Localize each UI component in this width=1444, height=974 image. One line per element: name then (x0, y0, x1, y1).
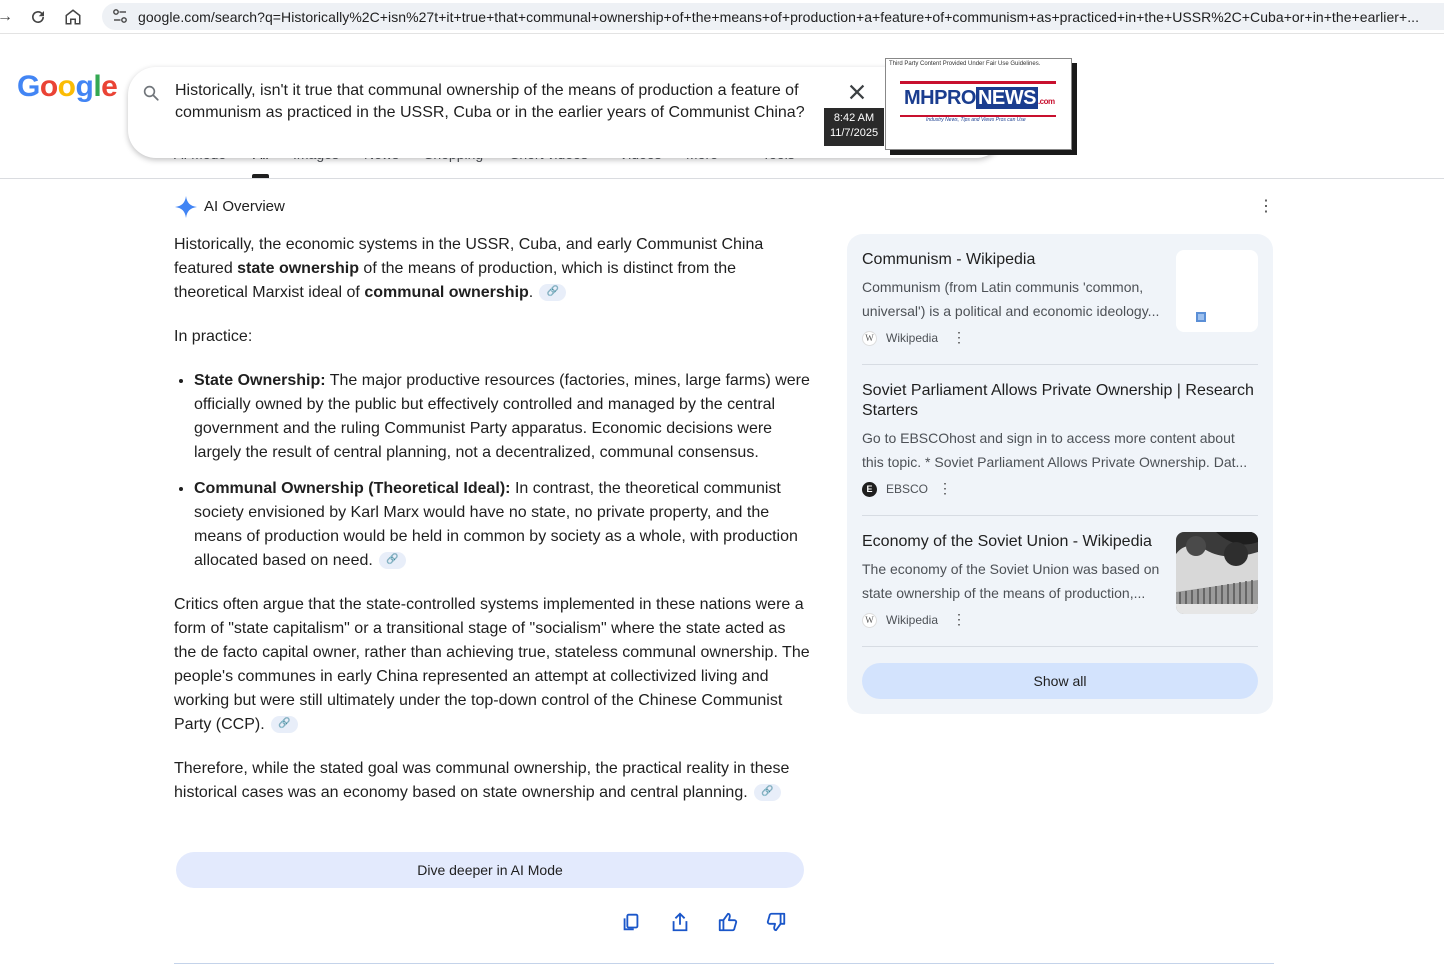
source-link-icon[interactable]: 🔗 (378, 552, 406, 570)
search-icon[interactable] (142, 84, 160, 102)
source-separator (862, 646, 1258, 647)
ai-bullet-state-ownership: State Ownership: The major productive re… (194, 369, 810, 465)
thumbs-down-icon[interactable] (765, 911, 787, 933)
source-more-icon[interactable]: ⋮ (952, 329, 966, 346)
gemini-sparkle-icon (175, 196, 197, 218)
source-more-icon[interactable]: ⋮ (938, 480, 952, 497)
source-snippet: The economy of the Soviet Union was base… (862, 561, 1160, 601)
ai-paragraph-3: Critics often argue that the state-contr… (174, 596, 810, 734)
ebsco-favicon-icon: E (862, 482, 877, 497)
ai-bullet-list: State Ownership: The major productive re… (194, 369, 810, 573)
source-card[interactable]: Economy of the Soviet Union - Wikipedia … (862, 532, 1258, 628)
share-icon[interactable] (669, 911, 691, 933)
watermark-logo: MHPRO NEWS .com (904, 87, 1055, 109)
watermark-caption: Third Party Content Provided Under Fair … (889, 61, 1041, 67)
clear-icon[interactable] (846, 81, 868, 103)
overlay-time: 8:42 AM (833, 112, 875, 124)
watermark-tagline: Industry News, Tips and Views Pros can U… (926, 117, 1026, 123)
source-title[interactable]: Economy of the Soviet Union - Wikipedia (862, 532, 1167, 552)
source-site-name: EBSCO (886, 482, 929, 496)
more-options-icon[interactable]: ⋮ (1258, 198, 1274, 216)
google-logo[interactable]: Google (17, 70, 118, 104)
timestamp-overlay: 8:42 AM 11/7/2025 (824, 108, 884, 146)
ai-paragraph-4: Therefore, while the stated goal was com… (174, 760, 790, 802)
dive-deeper-button[interactable]: Dive deeper in AI Mode (176, 852, 804, 888)
url-text: google.com/search?q=Historically%2C+isn%… (138, 9, 1420, 25)
search-input[interactable]: Historically, isn't it true that communa… (175, 80, 835, 124)
address-bar[interactable]: google.com/search?q=Historically%2C+isn%… (102, 3, 1444, 30)
source-separator (862, 515, 1258, 516)
header-divider (0, 178, 1444, 179)
source-link-icon[interactable]: 🔗 (270, 716, 298, 734)
site-settings-icon[interactable] (112, 8, 128, 24)
source-title[interactable]: Communism - Wikipedia (862, 250, 1162, 270)
thumbs-up-icon[interactable] (717, 911, 739, 933)
source-card[interactable]: Communism - Wikipedia Communism (from La… (862, 250, 1258, 346)
ai-paragraph-1: Historically, the economic systems in th… (174, 236, 764, 302)
source-link-icon[interactable]: 🔗 (539, 284, 567, 302)
source-site-name: Wikipedia (886, 331, 939, 345)
source-thumbnail[interactable] (1176, 532, 1258, 614)
source-site-name: Wikipedia (886, 613, 939, 627)
watermark-rule (900, 81, 1056, 84)
source-card[interactable]: Soviet Parliament Allows Private Ownersh… (862, 381, 1258, 497)
source-title[interactable]: Soviet Parliament Allows Private Ownersh… (862, 381, 1258, 421)
source-link-icon[interactable]: 🔗 (753, 784, 781, 802)
forward-icon[interactable]: → (0, 6, 16, 28)
home-icon[interactable] (62, 6, 84, 28)
browser-toolbar: → google.com/search?q=Historically%2C+is… (0, 0, 1444, 34)
reload-icon[interactable] (27, 6, 49, 28)
wikipedia-favicon-icon: W (862, 613, 877, 628)
overlay-date: 11/7/2025 (829, 127, 879, 139)
show-all-button[interactable]: Show all (862, 663, 1258, 699)
section-divider (174, 963, 1274, 964)
watermark-logo-box: Third Party Content Provided Under Fair … (885, 58, 1072, 150)
source-snippet: Go to EBSCOhost and sign in to access mo… (862, 430, 1248, 470)
source-more-icon[interactable]: ⋮ (952, 611, 966, 628)
wikipedia-favicon-icon: W (862, 331, 877, 346)
source-thumbnail[interactable] (1176, 250, 1258, 332)
ai-overview-title: AI Overview (204, 198, 285, 215)
copy-icon[interactable] (620, 911, 642, 933)
source-snippet: Communism (from Latin communis 'common, … (862, 279, 1160, 319)
ai-bullet-communal-ownership: Communal Ownership (Theoretical Ideal): … (194, 477, 810, 573)
sources-panel: Communism - Wikipedia Communism (from La… (847, 234, 1273, 714)
source-separator (862, 364, 1258, 365)
ai-overview-body: Historically, the economic systems in th… (174, 233, 810, 825)
ai-paragraph-2: In practice: (174, 328, 253, 345)
